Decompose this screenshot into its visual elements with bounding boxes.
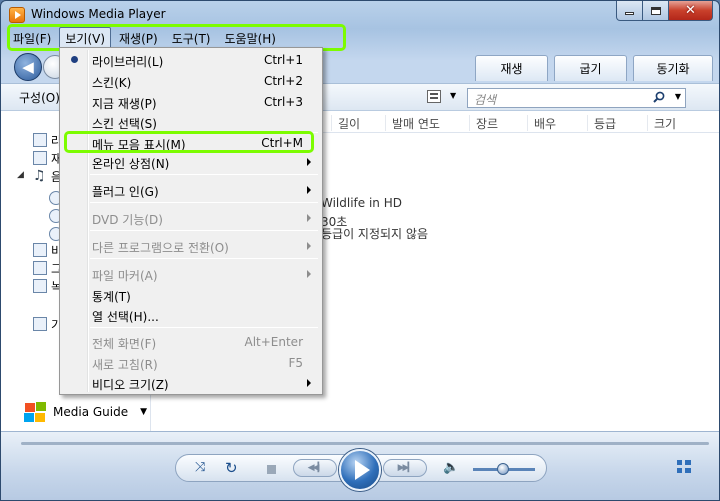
submenu-arrow-icon <box>307 158 311 166</box>
search-dropdown-icon[interactable]: ▼ <box>675 92 681 101</box>
media-guide-label: Media Guide <box>53 405 129 419</box>
sidebar-item-videos[interactable]: 비 <box>33 241 62 259</box>
library-icon <box>33 133 47 147</box>
repeat-icon[interactable]: ↻ <box>225 459 238 477</box>
minimize-button[interactable] <box>616 1 643 21</box>
menu-separator <box>90 230 318 231</box>
search-placeholder: 검색 <box>474 93 497 107</box>
tab-burn[interactable]: 굽기 <box>554 55 627 81</box>
view-options-dropdown-icon[interactable]: ▼ <box>450 91 456 100</box>
back-arrow-icon: ◀ <box>22 58 34 76</box>
previous-icon[interactable]: ◀◀▎ <box>293 459 337 477</box>
submenu-arrow-icon <box>307 379 311 387</box>
expand-arrow-icon[interactable]: ◢ <box>17 170 24 180</box>
switch-to-now-playing-icon[interactable] <box>677 460 693 474</box>
submenu-arrow-icon <box>307 270 311 278</box>
menu-item-full-screen[interactable]: 전체 화면(F) Alt+Enter <box>62 332 320 352</box>
submenu-arrow-icon <box>307 242 311 250</box>
show-menu-bar-highlight-frame <box>64 131 314 153</box>
menu-item-choose-columns[interactable]: 열 선택(H)... <box>62 305 320 325</box>
picture-icon <box>33 261 47 275</box>
recorded-tv-icon <box>33 279 47 293</box>
search-input[interactable]: 검색 ▼ <box>467 88 686 108</box>
media-player-app-icon <box>9 7 25 23</box>
volume-slider-knob[interactable] <box>497 463 509 475</box>
minimize-icon <box>625 12 634 15</box>
stop-icon[interactable] <box>267 465 276 474</box>
menu-item-now-playing[interactable]: 지금 재생(P) Ctrl+3 <box>62 92 320 112</box>
speaker-icon[interactable]: 🔈 <box>443 460 459 475</box>
menu-separator <box>90 202 318 203</box>
column-size[interactable]: 크기 <box>647 115 676 131</box>
sidebar-item-pictures[interactable]: 그 <box>33 259 62 277</box>
sidebar-item-music[interactable]: ♫ 음 <box>33 167 62 185</box>
menu-item-library[interactable]: 라이브러리(L) Ctrl+1 <box>62 50 320 70</box>
sidebar-item-recorded-tv[interactable]: 녹 <box>33 277 62 295</box>
column-year[interactable]: 발매 연도 <box>385 115 440 131</box>
menu-item-skin[interactable]: 스킨(K) Ctrl+2 <box>62 71 320 91</box>
column-rating[interactable]: 등급 <box>587 115 616 131</box>
close-button[interactable]: ✕ <box>669 1 713 21</box>
maximize-button[interactable] <box>643 1 669 21</box>
menu-item-online-stores[interactable]: 온라인 상점(N) <box>62 152 320 172</box>
radio-check-icon <box>71 56 78 63</box>
tab-sync[interactable]: 동기화 <box>633 55 713 81</box>
shuffle-icon[interactable]: ⤨ <box>195 460 205 475</box>
window-controls: ✕ <box>616 1 713 21</box>
column-length[interactable]: 길이 <box>331 115 360 131</box>
menu-item-statistics[interactable]: 통계(T) <box>62 285 320 305</box>
menu-separator <box>90 258 318 259</box>
other-library-icon <box>33 317 47 331</box>
media-guide-dropdown-icon[interactable]: ▼ <box>140 407 147 417</box>
tab-play[interactable]: 재생 <box>475 55 548 81</box>
search-icon[interactable] <box>653 91 665 103</box>
submenu-arrow-icon <box>307 186 311 194</box>
item-title[interactable]: Wildlife in HD <box>321 196 402 210</box>
menu-item-file-markers[interactable]: 파일 마커(A) <box>62 264 320 284</box>
column-genre[interactable]: 장르 <box>469 115 498 131</box>
media-guide-button[interactable]: Media Guide ▼ <box>23 401 147 423</box>
playlist-icon <box>33 151 47 165</box>
menu-separator <box>90 174 318 175</box>
menu-item-dvd-features[interactable]: DVD 기능(D) <box>62 208 320 228</box>
column-actors[interactable]: 배우 <box>527 115 556 131</box>
maximize-icon <box>650 6 661 15</box>
sidebar-item-other-libraries[interactable]: 기 <box>33 315 62 333</box>
tab-strip: 재생 굽기 동기화 <box>469 55 713 81</box>
menu-item-skin-chooser[interactable]: 스킨 선택(S) <box>62 112 320 132</box>
video-icon <box>33 243 47 257</box>
media-player-window: Windows Media Player ✕ 파일(F) 보기(V) 재생(P)… <box>0 0 720 501</box>
organize-button[interactable]: 구성(O) <box>19 89 60 106</box>
menu-item-video-size[interactable]: 비디오 크기(Z) <box>62 373 320 393</box>
submenu-arrow-icon <box>307 214 311 222</box>
back-button[interactable]: ◀ <box>14 53 42 81</box>
sidebar-item-playlists[interactable]: 재 <box>33 149 62 167</box>
next-icon[interactable]: ▶▶▎ <box>383 459 427 477</box>
menu-separator <box>90 327 318 328</box>
music-note-icon: ♫ <box>33 168 46 184</box>
menu-item-refresh[interactable]: 새로 고침(R) F5 <box>62 353 320 373</box>
sidebar-item-library[interactable]: 라 <box>33 131 62 149</box>
menu-item-plug-ins[interactable]: 플러그 인(G) <box>62 180 320 200</box>
item-rating[interactable]: 등급이 지정되지 않음 <box>321 225 428 242</box>
menu-item-switch-to-other-program[interactable]: 다른 프로그램으로 전환(O) <box>62 236 320 256</box>
close-icon: ✕ <box>685 3 696 18</box>
player-controls-bar: ⤨ ↻ ◀◀▎ ▶▶▎ 🔈 <box>1 431 719 500</box>
window-title: Windows Media Player <box>31 7 166 21</box>
play-button[interactable] <box>339 449 381 491</box>
view-menu-dropdown: 라이브러리(L) Ctrl+1 스킨(K) Ctrl+2 지금 재생(P) Ct… <box>59 47 323 395</box>
windows-logo-icon <box>23 401 47 423</box>
seek-bar[interactable] <box>21 442 709 445</box>
view-options-icon[interactable] <box>427 90 441 103</box>
